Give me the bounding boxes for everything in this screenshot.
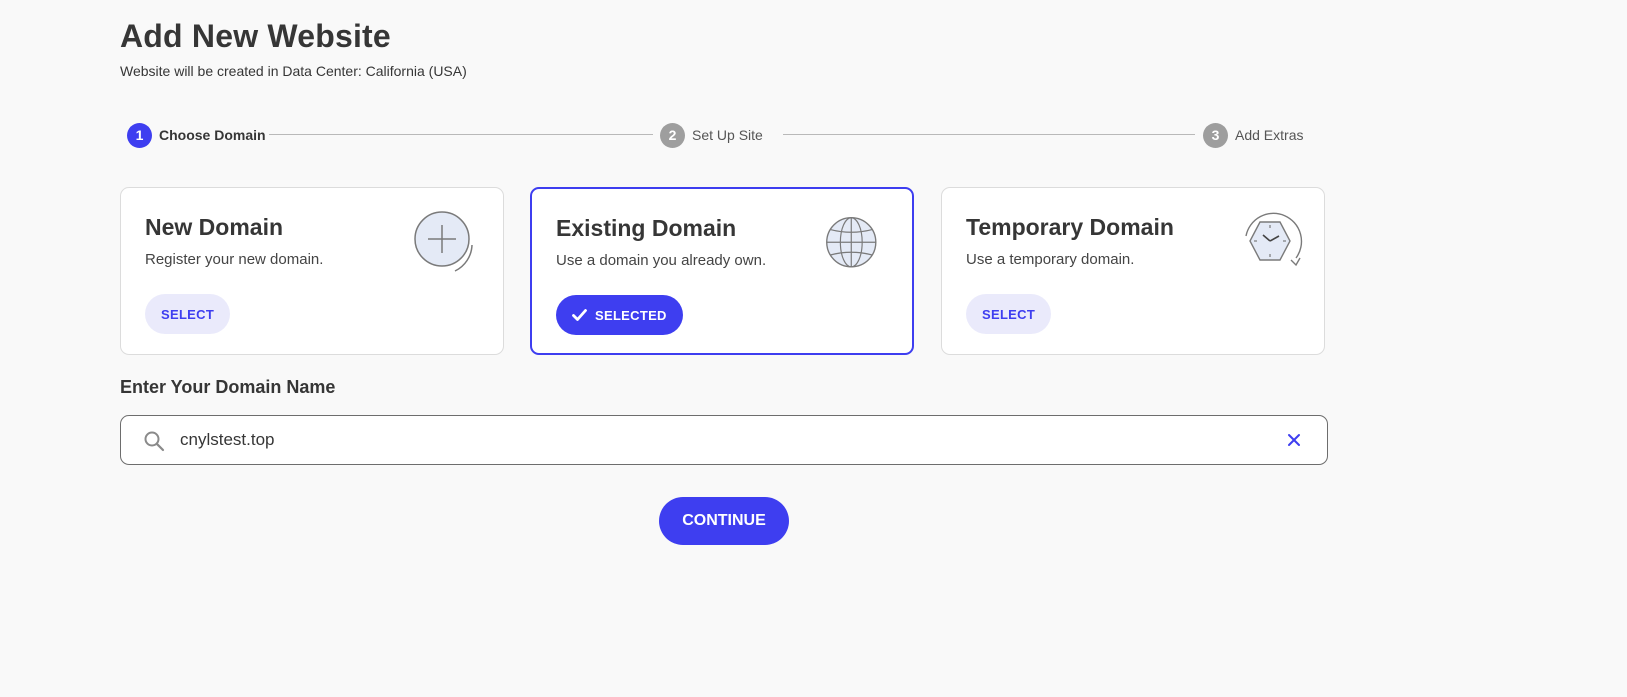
selected-existing-domain-button[interactable]: SELECTED	[556, 295, 683, 335]
button-label: SELECT	[161, 306, 215, 322]
card-description: Register your new domain.	[145, 251, 324, 268]
clock-icon	[1245, 212, 1303, 267]
button-label: SELECTED	[595, 307, 667, 323]
plus-circle-icon	[414, 211, 473, 272]
card-description: Use a domain you already own.	[556, 252, 767, 269]
check-icon	[572, 309, 587, 321]
step-connector	[269, 134, 653, 135]
step-number: 1	[127, 122, 152, 148]
select-temporary-domain-button[interactable]: SELECT	[966, 294, 1052, 334]
card-title: Temporary Domain	[966, 214, 1174, 240]
page-title: Add New Website	[120, 18, 391, 54]
step-add-extras[interactable]: 3 Add Extras	[1203, 122, 1303, 148]
stepper: 1 Choose Domain 2 Set Up Site 3 Add Extr…	[127, 122, 1327, 148]
button-label: SELECT	[982, 306, 1036, 322]
step-label: Add Extras	[1235, 127, 1304, 143]
step-label: Set Up Site	[692, 127, 763, 143]
select-new-domain-button[interactable]: SELECT	[145, 294, 231, 334]
step-number: 2	[660, 122, 685, 148]
domain-name-label: Enter Your Domain Name	[120, 377, 336, 397]
close-icon[interactable]	[1286, 432, 1302, 448]
card-description: Use a temporary domain.	[966, 251, 1135, 268]
step-label: Choose Domain	[159, 127, 266, 143]
card-title: Existing Domain	[556, 215, 737, 241]
temporary-domain-card[interactable]: Temporary Domain Use a temporary domain.…	[941, 187, 1325, 355]
page-subtitle: Website will be created in Data Center: …	[120, 63, 467, 79]
step-choose-domain[interactable]: 1 Choose Domain	[127, 122, 266, 148]
search-icon	[144, 431, 165, 452]
step-number: 3	[1203, 122, 1228, 148]
existing-domain-card[interactable]: Existing Domain Use a domain you already…	[530, 187, 914, 355]
step-connector	[783, 134, 1195, 135]
globe-icon	[826, 217, 877, 268]
domain-input[interactable]	[180, 426, 1260, 454]
card-title: New Domain	[145, 214, 284, 240]
domain-search-field[interactable]	[120, 415, 1328, 465]
step-set-up-site[interactable]: 2 Set Up Site	[660, 122, 763, 148]
continue-button[interactable]: CONTINUE	[659, 497, 789, 545]
new-domain-card[interactable]: New Domain Register your new domain. SEL…	[120, 187, 504, 355]
